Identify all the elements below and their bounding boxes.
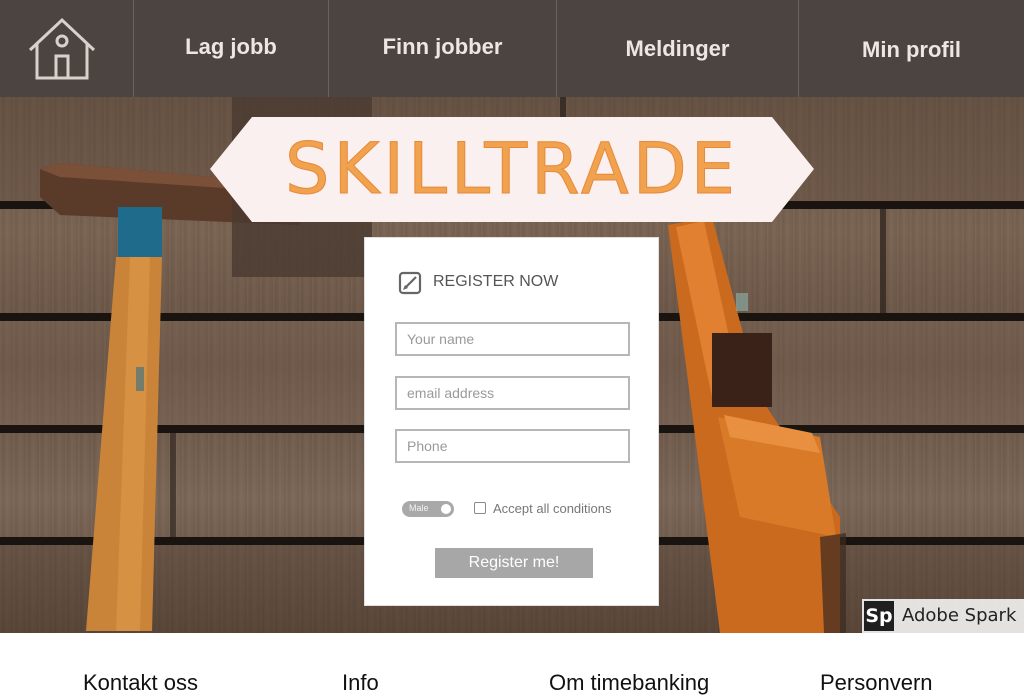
nav-item-lag-jobb[interactable]: Lag jobb — [133, 0, 328, 97]
nav-item-finn-jobber[interactable]: Finn jobber — [328, 0, 556, 97]
nav-item-min-profil[interactable]: Min profil — [798, 0, 1024, 97]
name-input[interactable] — [395, 322, 630, 356]
register-button[interactable]: Register me! — [435, 548, 593, 578]
spark-label: Adobe Spark — [902, 605, 1017, 626]
footer-link-kontakt[interactable]: Kontakt oss — [83, 670, 198, 696]
logo-banner: SKILLTRADE — [210, 117, 814, 222]
top-navigation: Lag jobb Finn jobber Meldinger Min profi… — [0, 0, 1024, 97]
nav-label: Lag jobb — [185, 34, 277, 59]
register-title: REGISTER NOW — [433, 273, 559, 290]
register-card: REGISTER NOW Male Accept all conditions … — [364, 237, 659, 606]
footer-link-personvern[interactable]: Personvern — [820, 670, 933, 696]
nav-label: Meldinger — [625, 36, 730, 61]
phone-input[interactable] — [395, 429, 630, 463]
edit-icon — [398, 271, 422, 295]
toggle-label: Male — [409, 503, 429, 513]
conditions-checkbox[interactable] — [474, 502, 486, 514]
nav-label: Min profil — [862, 37, 961, 62]
footer-link-info[interactable]: Info — [342, 670, 379, 696]
gender-toggle[interactable]: Male — [402, 501, 454, 517]
footer-link-timebanking[interactable]: Om timebanking — [549, 670, 709, 696]
nav-label: Finn jobber — [382, 34, 503, 59]
email-input[interactable] — [395, 376, 630, 410]
logo-text: SKILLTRADE — [285, 128, 739, 211]
conditions-label[interactable]: Accept all conditions — [493, 501, 612, 516]
toggle-knob — [441, 504, 451, 514]
home-icon[interactable] — [27, 16, 97, 82]
spark-logo: Sp — [864, 601, 894, 631]
nav-item-meldinger[interactable]: Meldinger — [556, 0, 798, 97]
footer: Kontakt oss Info Om timebanking Personve… — [0, 633, 1024, 697]
adobe-spark-badge[interactable]: Sp Adobe Spark — [862, 599, 1024, 633]
nav-home[interactable] — [0, 0, 133, 97]
